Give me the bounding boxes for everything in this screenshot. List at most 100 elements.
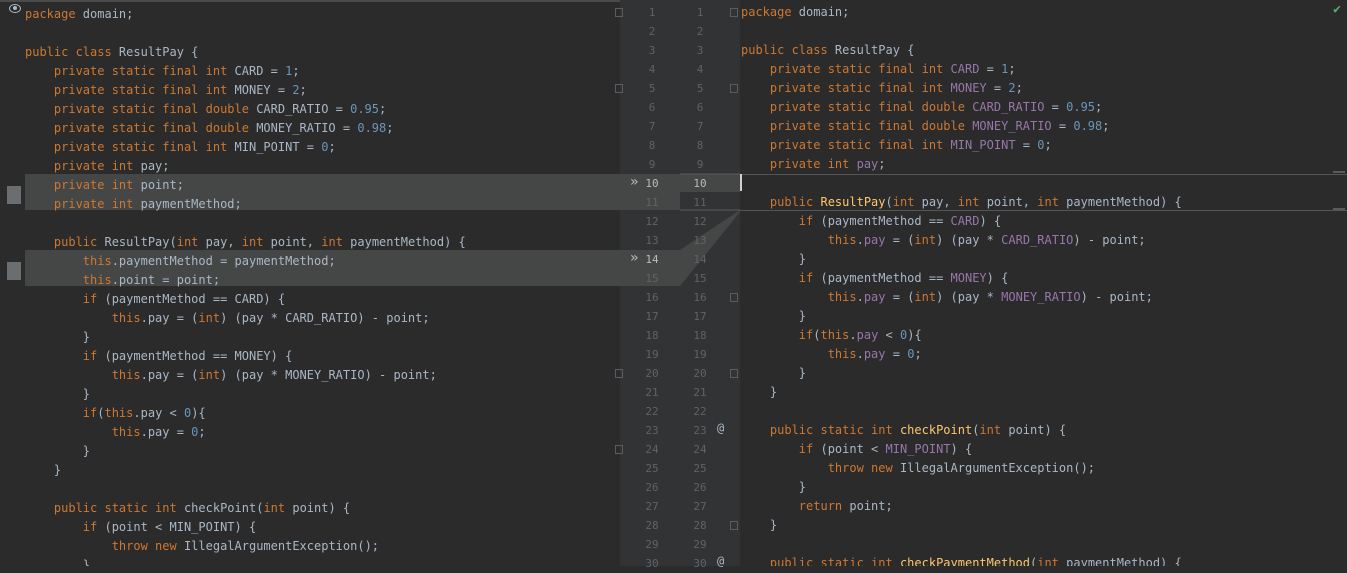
code-token: public [25, 235, 105, 249]
code-line[interactable]: } [25, 442, 90, 461]
fold-marker-icon[interactable] [730, 369, 738, 378]
code-line[interactable]: private static final int MIN_POINT = 0; [741, 136, 1052, 155]
code-token: this [820, 328, 850, 342]
code-token: . [856, 290, 864, 304]
code-line[interactable]: this.point = point; [25, 271, 220, 290]
apply-change-arrow-icon[interactable]: » [630, 175, 638, 189]
fold-marker-icon[interactable] [615, 84, 623, 93]
fold-marker-icon[interactable] [615, 445, 623, 454]
code-token: if [741, 328, 814, 342]
right-line-number: 2 [696, 25, 704, 38]
code-line[interactable]: package domain; [741, 3, 849, 22]
code-line[interactable]: this.pay = (int) (pay * CARD_RATIO) - po… [25, 309, 430, 328]
right-line-number: 7 [696, 120, 704, 133]
code-line[interactable]: this.pay = 0; [741, 345, 922, 364]
code-line[interactable]: throw new IllegalArgumentException(); [741, 459, 1095, 478]
code-token: ( [885, 195, 893, 209]
code-line[interactable]: this.pay = (int) (pay * MONEY_RATIO) - p… [741, 288, 1153, 307]
code-line[interactable]: } [25, 328, 90, 347]
override-annotation-icon[interactable]: @ [717, 421, 724, 435]
code-token: ; [1095, 100, 1103, 114]
code-line[interactable]: private static final double MONEY_RATIO … [741, 117, 1110, 136]
code-line[interactable]: if (point < MIN_POINT) { [741, 440, 972, 459]
code-token: ; [292, 64, 300, 78]
fold-marker-icon[interactable] [730, 521, 738, 530]
code-line[interactable]: if(this.pay < 0){ [25, 404, 206, 423]
code-token: ){ [907, 328, 922, 342]
code-token: pay [856, 328, 879, 342]
code-line[interactable]: private int pay; [25, 157, 170, 176]
code-line[interactable]: if (paymentMethod == CARD) { [741, 212, 1001, 231]
fold-marker-icon[interactable] [615, 369, 623, 378]
fold-marker-icon[interactable] [730, 84, 738, 93]
fold-marker-icon[interactable] [730, 8, 738, 17]
left-line-number: 7 [648, 120, 656, 133]
code-line[interactable]: public class ResultPay { [25, 43, 198, 62]
left-line-number: 5 [648, 82, 656, 95]
code-token: ; [1015, 81, 1023, 95]
code-line[interactable]: private int pay; [741, 155, 886, 174]
code-line[interactable]: public ResultPay(int pay, int point, int… [25, 233, 466, 252]
code-line[interactable]: private static final int CARD = 1; [741, 60, 1016, 79]
code-line[interactable]: this.pay = (int) (pay * CARD_RATIO) - po… [741, 231, 1146, 250]
code-line[interactable]: public static int checkPoint(int point) … [25, 499, 350, 518]
code-line[interactable]: if (paymentMethod == MONEY) { [741, 269, 1009, 288]
scroll-marker-1[interactable] [1333, 171, 1345, 173]
code-line[interactable]: this.paymentMethod = paymentMethod; [25, 252, 336, 271]
code-line[interactable]: } [25, 461, 61, 480]
fold-marker-icon[interactable] [615, 8, 623, 17]
code-line[interactable]: this.pay = 0; [25, 423, 206, 442]
code-token: .pay < [133, 406, 184, 420]
code-line[interactable]: } [741, 478, 806, 497]
code-line[interactable]: public static int checkPoint(int point) … [741, 421, 1066, 440]
code-token: this [25, 273, 112, 287]
code-line[interactable]: if (paymentMethod == CARD) { [25, 290, 285, 309]
code-line[interactable]: private static final double CARD_RATIO =… [25, 100, 386, 119]
code-line[interactable]: private static final int CARD = 1; [25, 62, 300, 81]
code-token: < [878, 328, 900, 342]
code-token: public [741, 195, 821, 209]
code-line[interactable]: this.pay = (int) (pay * MONEY_RATIO) - p… [25, 366, 437, 385]
code-line[interactable]: } [25, 385, 90, 404]
code-line[interactable]: } [741, 516, 777, 535]
code-line[interactable]: } [741, 250, 806, 269]
code-token: int [198, 368, 221, 382]
code-line[interactable]: } [741, 307, 806, 326]
code-token: CARD_RATIO [972, 100, 1045, 114]
code-token: ) (pay * [936, 290, 1002, 304]
code-line[interactable]: private static final int MIN_POINT = 0; [25, 138, 336, 157]
left-editor-pane[interactable]: package domain; public class ResultPay { … [0, 0, 620, 566]
scroll-marker-2[interactable] [1333, 208, 1345, 210]
code-line[interactable]: throw new IllegalArgumentException(); [25, 537, 379, 556]
code-line[interactable]: private static final int MONEY = 2; [25, 81, 307, 100]
code-line[interactable]: if (point < MIN_POINT) { [25, 518, 256, 537]
right-line-number: 30 [693, 557, 707, 570]
code-line[interactable]: private static final double MONEY_RATIO … [25, 119, 394, 138]
code-token: pay, [205, 235, 242, 249]
code-line[interactable]: public ResultPay(int pay, int point, int… [741, 193, 1182, 212]
code-line[interactable]: } [741, 364, 806, 383]
code-line[interactable]: } [741, 383, 777, 402]
code-token: point, [986, 195, 1038, 209]
code-line[interactable]: public class ResultPay { [741, 41, 914, 60]
right-editor-pane[interactable]: package domain; public class ResultPay { … [740, 0, 1347, 566]
code-line[interactable]: private int paymentMethod; [25, 195, 242, 214]
code-token: ; [914, 347, 922, 361]
fold-marker-icon[interactable] [730, 293, 738, 302]
code-token: private static final double [741, 119, 973, 133]
code-token: MIN_POINT [885, 442, 951, 456]
code-line[interactable]: if(this.pay < 0){ [741, 326, 922, 345]
code-line[interactable]: private int point; [25, 176, 184, 195]
left-line-number: 8 [648, 139, 656, 152]
code-line[interactable]: if (paymentMethod == MONEY) { [25, 347, 293, 366]
code-line[interactable]: package domain; [25, 5, 133, 24]
code-line[interactable]: private static final double CARD_RATIO =… [741, 98, 1102, 117]
code-token: (paymentMethod == MONEY) { [104, 349, 293, 363]
code-line[interactable]: private static final int MONEY = 2; [741, 79, 1023, 98]
left-line-number: 18 [645, 329, 659, 342]
apply-change-arrow-icon[interactable]: » [630, 251, 638, 265]
code-line[interactable]: public static int checkPaymentMethod(int… [741, 554, 1182, 566]
code-line[interactable]: return point; [741, 497, 893, 516]
code-line[interactable]: } [25, 556, 90, 566]
left-line-number: 24 [645, 443, 659, 456]
